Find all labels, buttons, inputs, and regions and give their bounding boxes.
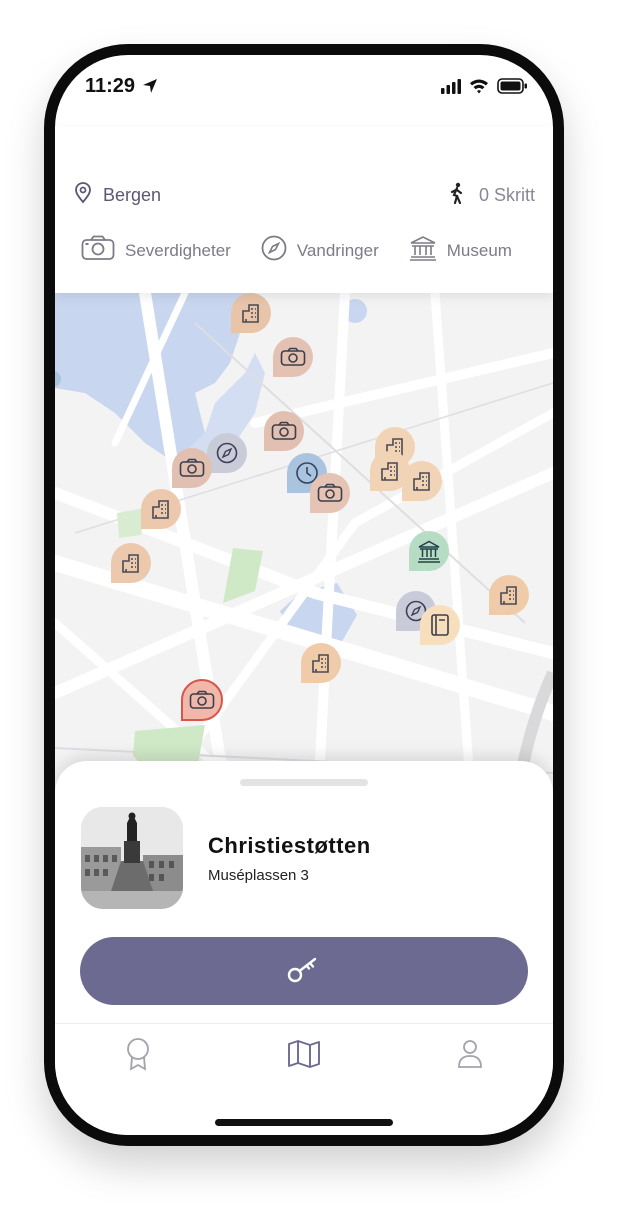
poi-title: Christiestøtten — [208, 833, 371, 858]
map-pin-museum[interactable] — [409, 531, 449, 571]
tab-profile[interactable] — [450, 1036, 490, 1076]
poi-address: Muséplassen 3 — [208, 867, 309, 884]
category-label: Museum — [446, 240, 512, 260]
category-walks[interactable]: Vandringer — [261, 235, 379, 266]
sheet-drag-handle[interactable] — [240, 779, 368, 786]
map-pin-camera-selected[interactable] — [181, 679, 223, 721]
phone-frame: 11:29 Bergen 0 Skritt Severdigheter Vand… — [44, 44, 564, 1146]
map-pin-book[interactable] — [420, 605, 460, 645]
signal-icon — [441, 79, 461, 94]
map-pin-camera[interactable] — [273, 337, 313, 377]
home-indicator — [215, 1119, 393, 1126]
unlock-button[interactable] — [80, 937, 528, 1005]
battery-icon — [497, 78, 527, 94]
category-museum[interactable]: Museum — [409, 235, 512, 266]
city-selector[interactable]: Bergen — [73, 182, 161, 209]
profile-icon — [456, 1039, 484, 1074]
map-icon — [287, 1039, 321, 1074]
tab-achievements[interactable] — [118, 1036, 158, 1076]
status-bar: 11:29 — [55, 55, 553, 127]
map-pin-camera[interactable] — [310, 473, 350, 513]
map-pin-building[interactable] — [231, 293, 271, 333]
city-label: Bergen — [103, 185, 162, 205]
system-icons — [441, 77, 529, 100]
category-filter-bar: Severdigheter Vandringer Museum — [81, 235, 512, 266]
category-label: Vandringer — [296, 240, 379, 260]
poi-bottom-sheet[interactable]: Christiestøtten Muséplassen 3 — [55, 761, 553, 1023]
museum-icon — [409, 235, 437, 266]
compass-icon — [261, 235, 287, 266]
map-pin-building[interactable] — [141, 489, 181, 529]
wifi-icon — [470, 79, 488, 94]
top-header: Bergen 0 Skritt Severdigheter Vandringer… — [55, 127, 553, 293]
status-time: 11:29 — [85, 75, 136, 97]
location-arrow-icon — [141, 77, 159, 100]
award-icon — [125, 1037, 151, 1076]
step-counter[interactable]: 0 Skritt — [449, 182, 535, 209]
walking-icon — [449, 182, 465, 209]
map-pin-camera[interactable] — [264, 411, 304, 451]
map-pin-building[interactable] — [301, 643, 341, 683]
tab-map[interactable] — [284, 1036, 324, 1076]
map-pin-building[interactable] — [402, 461, 442, 501]
camera-icon — [81, 235, 115, 266]
location-row: Bergen 0 Skritt — [55, 182, 553, 212]
steps-label: 0 Skritt — [478, 185, 535, 205]
map-pin-compass[interactable] — [207, 433, 247, 473]
map-pin-building[interactable] — [111, 543, 151, 583]
category-label: Severdigheter — [125, 240, 231, 260]
key-icon — [287, 955, 321, 988]
app-screen: 11:29 Bergen 0 Skritt Severdigheter Vand… — [55, 55, 553, 1135]
map-pin-camera[interactable] — [172, 448, 212, 488]
poi-thumbnail — [81, 807, 183, 909]
map-pin-building[interactable] — [489, 575, 529, 615]
category-sights[interactable]: Severdigheter — [81, 235, 231, 266]
location-pin-icon — [73, 182, 93, 209]
